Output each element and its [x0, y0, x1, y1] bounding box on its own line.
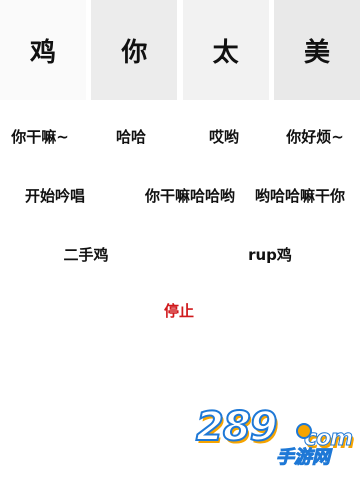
- sound-button-ha-ha[interactable]: 哈哈: [116, 128, 146, 146]
- sound-button-ni-gan-ma-ha-ha-yo[interactable]: 你干嘛哈哈哟: [145, 187, 235, 205]
- site-watermark-logo: 289 com 手游网: [195, 403, 356, 471]
- sound-button-ni-gan-ma[interactable]: 你干嘛~: [11, 128, 69, 146]
- stop-button[interactable]: 停止: [164, 302, 194, 320]
- big-keys-row: 鸡 你 太 美: [0, 0, 360, 100]
- sound-button-ni-hao-fan[interactable]: 你好烦~: [286, 128, 344, 146]
- key-ji-button[interactable]: 鸡: [0, 0, 86, 100]
- key-mei-button[interactable]: 美: [273, 0, 360, 100]
- key-ni-button[interactable]: 你: [91, 0, 178, 100]
- sound-button-yo-ha-ha-ma-gan-ni[interactable]: 哟哈哈嘛干你: [255, 187, 345, 205]
- sound-button-kai-shi-yin-chang[interactable]: 开始吟唱: [25, 187, 85, 205]
- sound-button-rup-ji[interactable]: rup鸡: [248, 246, 292, 264]
- watermark-number: 289: [195, 404, 278, 450]
- sound-button-ai-yo[interactable]: 哎哟: [209, 128, 239, 146]
- watermark-subtitle: 手游网: [276, 447, 331, 469]
- watermark-dot-icon: [296, 423, 312, 439]
- key-tai-button[interactable]: 太: [182, 0, 269, 100]
- sound-button-er-shou-ji[interactable]: 二手鸡: [63, 246, 108, 264]
